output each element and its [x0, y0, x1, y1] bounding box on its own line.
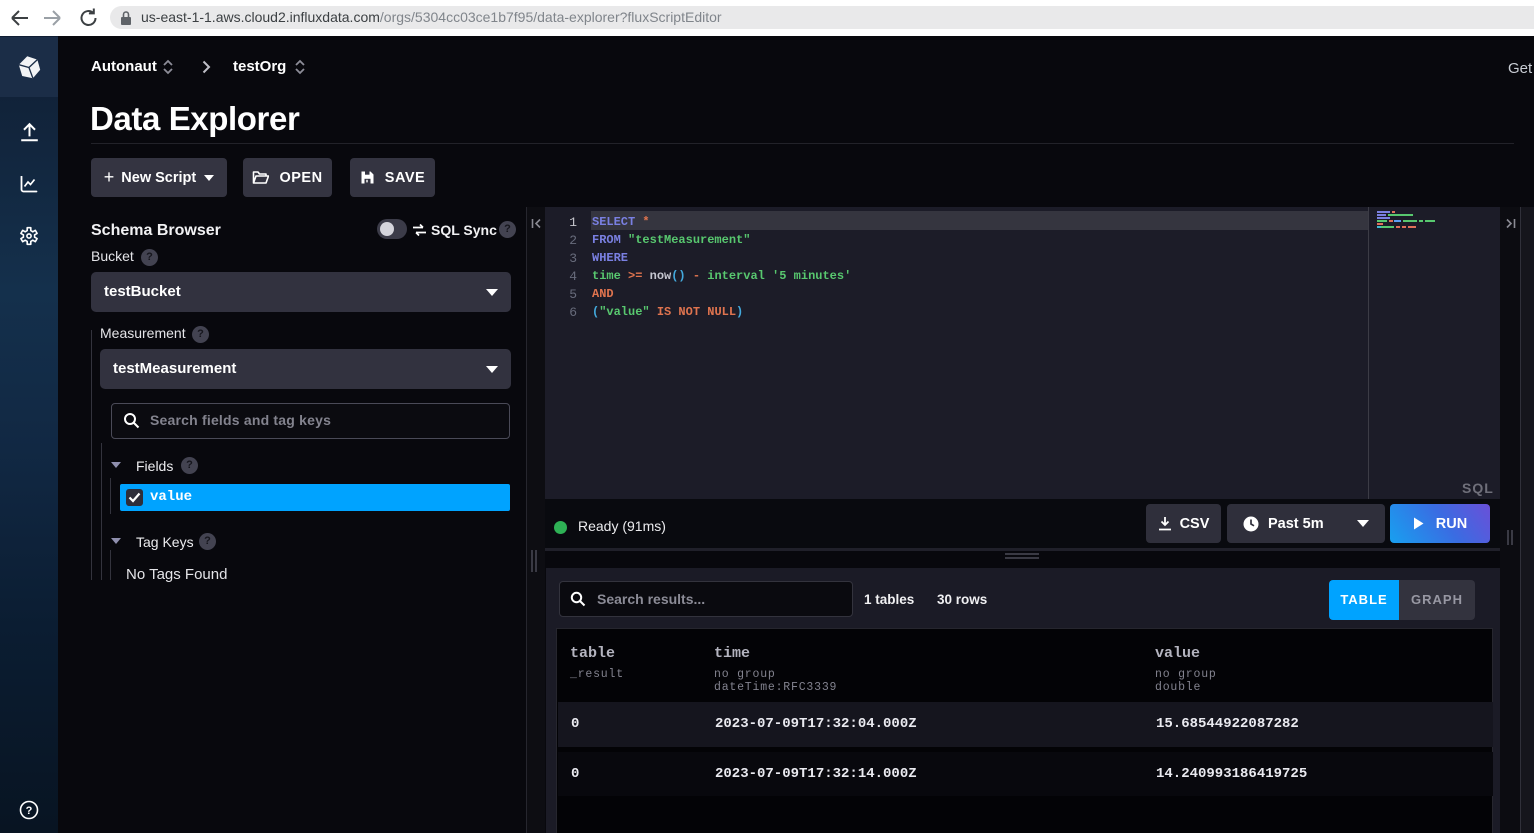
svg-text:?: ?	[26, 805, 33, 817]
